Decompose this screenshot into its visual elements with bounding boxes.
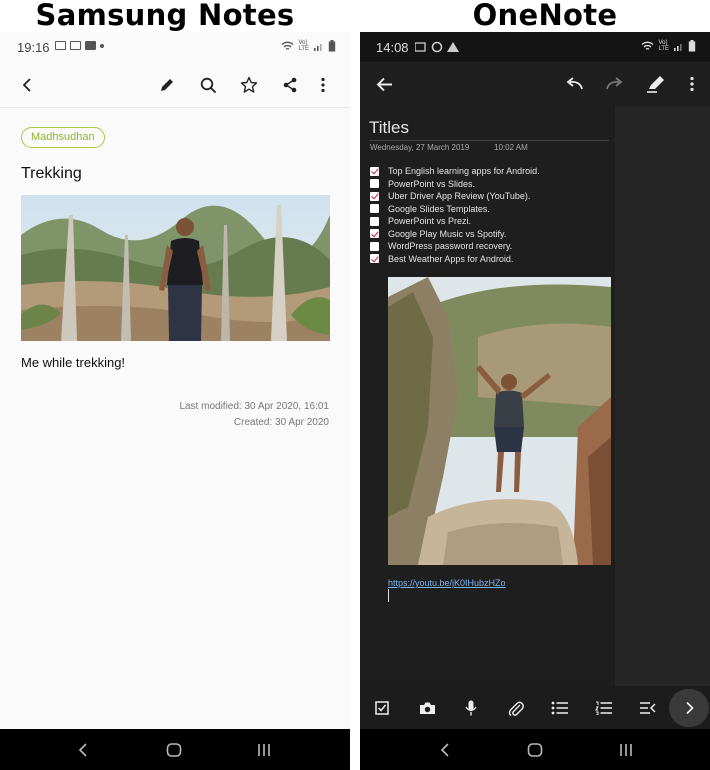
todo-item[interactable]: Uber Driver App Review (YouTube). [370,190,540,203]
todo-item[interactable]: Best Weather Apps for Android. [370,253,540,266]
category-tag[interactable]: Madhsudhan [21,127,105,148]
nav-home-icon[interactable] [161,737,187,763]
more-notifications-icon [100,44,104,48]
text-cursor [388,589,389,602]
pencil-icon[interactable] [152,70,182,100]
status-time: 14:08 [376,40,409,55]
signal-icon [674,44,682,51]
samsung-notes-heading: Samsung Notes [35,0,295,32]
cast-icon [55,41,66,50]
todo-item[interactable]: Top English learning apps for Android. [370,165,540,178]
status-bar: 19:16 Vo) LTE [0,32,350,62]
nav-home-icon[interactable] [522,737,548,763]
star-icon[interactable] [234,70,264,100]
signal-icon [314,44,322,51]
todo-list: Top English learning apps for Android. P… [370,165,540,265]
onenote-heading: OneNote [472,0,618,32]
youtube-icon [85,41,96,50]
page-time: 10:02 AM [494,143,528,152]
more-vertical-icon[interactable] [308,70,338,100]
toolbar-divider [0,107,350,108]
highlighter-icon[interactable] [641,69,671,99]
navigation-bar [0,729,350,770]
title-underline [369,140,609,141]
page-title[interactable]: Titles [369,118,409,138]
bullet-list-icon[interactable] [547,696,573,720]
numbered-list-icon[interactable] [591,696,617,720]
checkbox[interactable] [370,179,379,189]
redo-icon[interactable] [600,69,630,99]
note-title[interactable]: Trekking [21,165,82,183]
page-date: Wednesday, 27 March 2019 [370,143,470,152]
system-icons: Vo) LTE [281,40,336,52]
back-arrow-icon[interactable] [369,69,399,99]
samsung-notes-screen: 19:16 Vo) LTE Madhsudhan Trekking Me whi… [0,32,350,770]
checkbox[interactable] [370,166,379,176]
status-bar: 14:08 Vo) LTE [360,32,710,62]
todo-item[interactable]: PowerPoint vs Prezi. [370,215,540,228]
checkbox[interactable] [370,241,379,251]
search-icon[interactable] [193,70,223,100]
todo-item[interactable]: Google Play Music vs Spotify. [370,228,540,241]
navigation-bar [360,729,710,770]
onenote-screen: 14:08 Vo) LTE Titles Wednesday, 27 March… [360,32,710,770]
battery-icon [328,40,336,52]
created-text: Created: 30 Apr 2020 [233,417,329,428]
notification-icons [415,41,459,53]
checkbox[interactable] [370,191,379,201]
youtube-link[interactable]: https://youtu.be/jK0IHubzHZo [388,578,506,588]
checkbox[interactable] [370,254,379,264]
camera-icon[interactable] [414,696,440,720]
chevron-right-icon[interactable] [669,689,709,727]
canyon-photo[interactable] [388,277,611,565]
system-icons: Vo) LTE [641,40,696,52]
note-toolbar [0,66,350,104]
volte-icon: Vo) LTE [298,40,309,52]
gallery-icon [70,41,81,50]
nav-recents-icon[interactable] [613,737,639,763]
notification-icons [55,41,104,50]
battery-icon [688,40,696,52]
wifi-icon [281,41,294,50]
outdent-icon[interactable] [635,696,661,720]
todo-item[interactable]: Google Slides Templates. [370,203,540,216]
nav-recents-icon[interactable] [251,737,277,763]
onenote-toolbar [360,62,710,106]
insert-toolbar [360,686,710,729]
checkbox-icon[interactable] [369,696,395,720]
last-modified-text: Last modified: 30 Apr 2020, 16:01 [179,401,329,412]
volte-icon: Vo) LTE [658,40,669,52]
nav-back-icon[interactable] [70,737,96,763]
checkbox[interactable] [370,204,379,214]
status-time: 19:16 [17,40,50,55]
todo-item[interactable]: WordPress password recovery. [370,240,540,253]
paperclip-icon[interactable] [503,696,529,720]
checkbox[interactable] [370,216,379,226]
undo-icon[interactable] [559,69,589,99]
checkbox[interactable] [370,229,379,239]
trekking-photo[interactable] [21,195,330,341]
microphone-icon[interactable] [458,696,484,720]
share-icon[interactable] [275,70,305,100]
wifi-icon [641,41,654,50]
more-vertical-icon[interactable] [677,69,707,99]
note-body-text[interactable]: Me while trekking! [21,355,125,370]
nav-back-icon[interactable] [432,737,458,763]
todo-item[interactable]: PowerPoint vs Slides. [370,178,540,191]
back-arrow-icon[interactable] [12,70,42,100]
